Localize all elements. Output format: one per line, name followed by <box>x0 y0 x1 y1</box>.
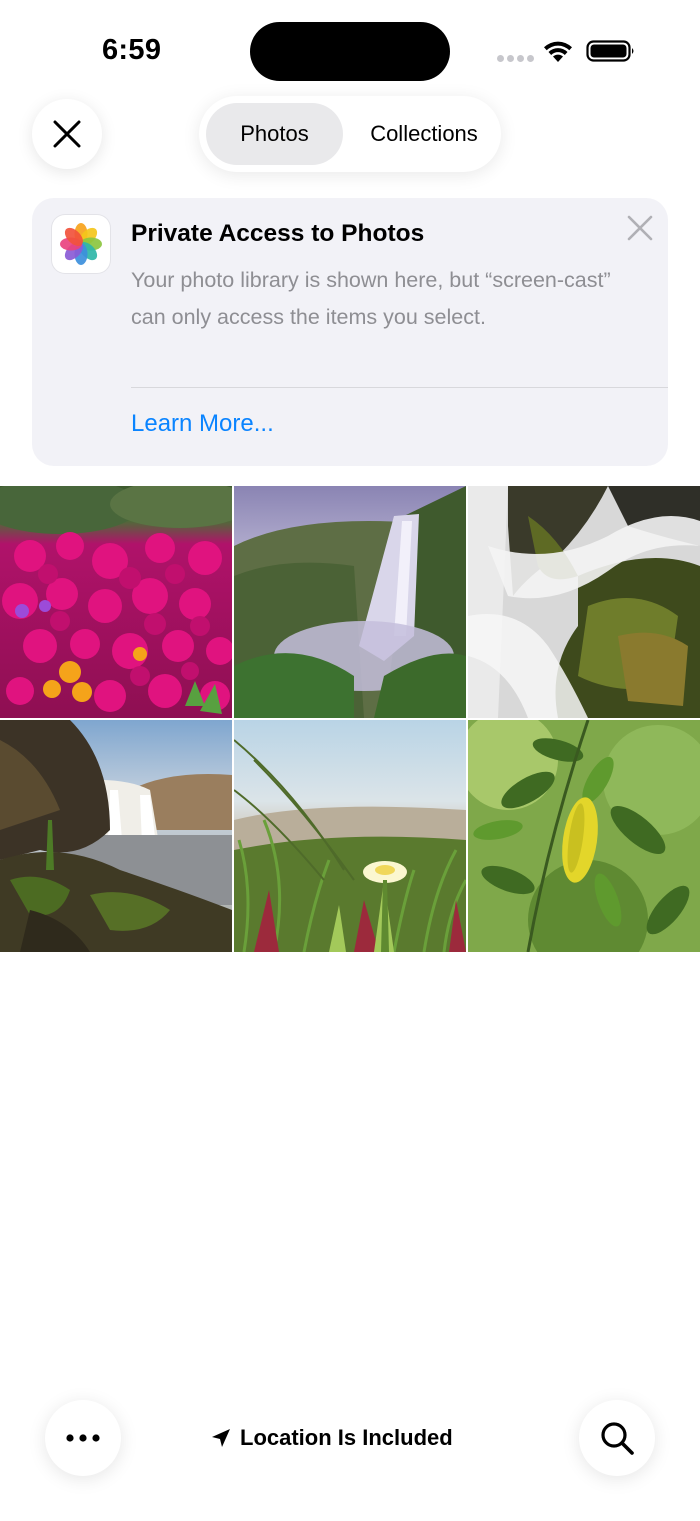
photos-collections-segmented-control: Photos Collections <box>199 96 501 172</box>
wifi-icon <box>544 41 572 62</box>
search-icon <box>601 1422 634 1455</box>
photo-thumbnail[interactable] <box>234 486 466 718</box>
dynamic-island <box>250 22 450 81</box>
tab-collections[interactable]: Collections <box>349 103 499 165</box>
photo-thumbnail[interactable] <box>234 720 466 952</box>
status-time: 6:59 <box>102 34 162 66</box>
learn-more-link[interactable]: Learn More... <box>131 410 274 438</box>
photo-thumbnail[interactable] <box>468 720 700 952</box>
banner-body-text: Your photo library is shown here, but “s… <box>131 268 611 329</box>
ellipsis-icon <box>66 1434 100 1442</box>
close-icon <box>627 215 653 241</box>
photo-thumbnail[interactable] <box>0 720 232 952</box>
battery-icon <box>586 40 634 62</box>
banner-divider <box>131 387 668 388</box>
photo-thumbnail[interactable] <box>468 486 700 718</box>
private-access-banner: Private Access to Photos Your photo libr… <box>32 198 668 466</box>
more-options-button[interactable] <box>45 1400 121 1476</box>
tab-photos[interactable]: Photos <box>206 103 343 165</box>
cell-signal-icon <box>497 55 534 62</box>
photo-thumbnail[interactable] <box>0 486 232 718</box>
location-included-toggle[interactable]: Location Is Included <box>210 1414 453 1462</box>
close-icon <box>53 120 81 148</box>
search-button[interactable] <box>579 1400 655 1476</box>
photos-app-icon <box>52 215 110 273</box>
close-button[interactable] <box>32 99 102 169</box>
location-label: Location Is Included <box>240 1425 453 1450</box>
banner-title: Private Access to Photos <box>131 220 425 247</box>
location-arrow-icon <box>212 1429 230 1447</box>
banner-close-button[interactable] <box>624 212 656 244</box>
